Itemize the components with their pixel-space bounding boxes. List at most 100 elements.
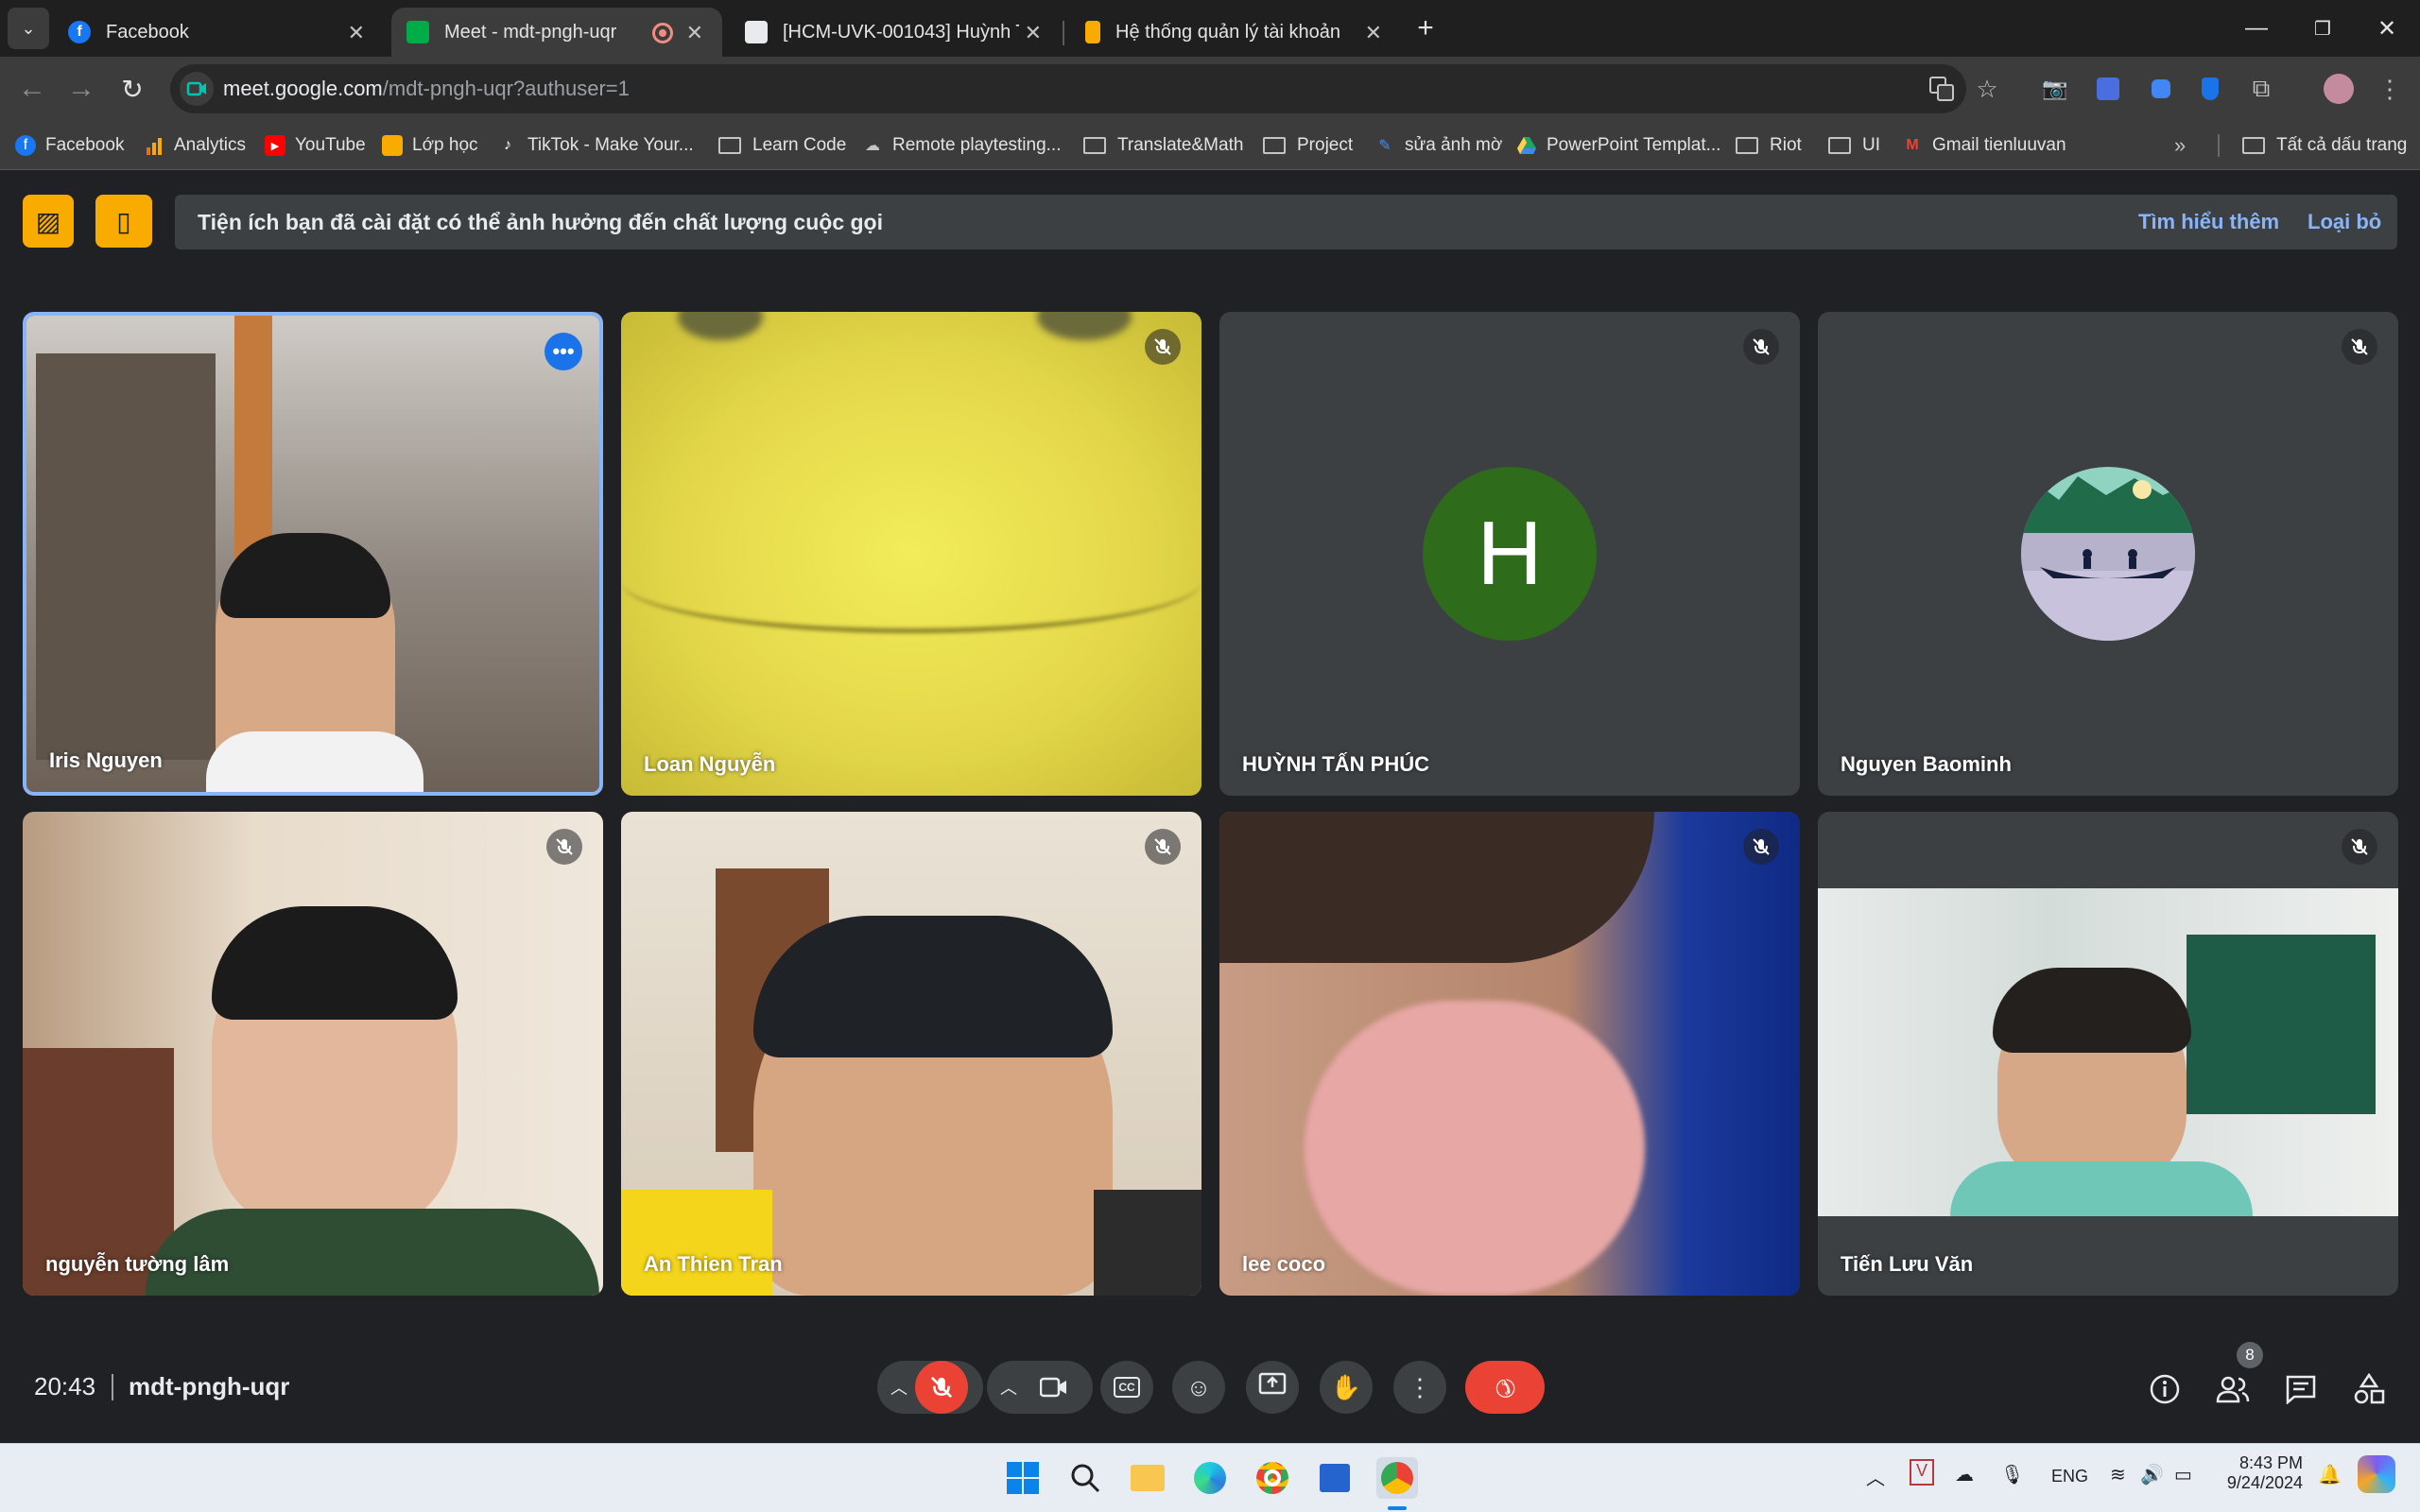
battery-icon[interactable]: ▭	[2174, 1463, 2192, 1486]
participant-tile[interactable]: An Thien Tran	[621, 812, 1201, 1296]
participant-name: An Thien Tran	[644, 1252, 783, 1276]
browser-menu-icon[interactable]: ⋮	[2373, 72, 2407, 106]
companion-mode-icon[interactable]: ▯	[95, 195, 152, 248]
close-tab-icon[interactable]: ✕	[1025, 21, 1042, 45]
minimize-button[interactable]: —	[2223, 0, 2290, 57]
more-options-button[interactable]: ⋮	[1393, 1361, 1446, 1414]
translate-extension-icon[interactable]	[2091, 72, 2125, 106]
file-explorer-icon[interactable]	[1127, 1457, 1168, 1499]
brush-icon: ✎	[1378, 138, 1392, 154]
profile-avatar[interactable]	[2322, 72, 2356, 106]
raise-hand-button[interactable]: ✋	[1320, 1361, 1373, 1414]
captions-icon: CC	[1114, 1377, 1140, 1398]
address-bar[interactable]: meet.google.com/mdt-pngh-uqr?authuser=1	[170, 64, 1966, 113]
more-options-button[interactable]: •••	[544, 333, 582, 370]
reactions-button[interactable]: ☺	[1172, 1361, 1225, 1414]
present-button[interactable]	[1246, 1361, 1299, 1414]
reload-button[interactable]: ↻	[110, 66, 155, 112]
tab-hcm-uvk[interactable]: [HCM-UVK-001043] Huỳnh Tấn ✕	[730, 8, 1061, 57]
vivaldi-tray-icon[interactable]: V	[1910, 1459, 1934, 1486]
unmute-button[interactable]	[915, 1361, 968, 1414]
participant-tile[interactable]: nguyễn tường lâm	[23, 812, 603, 1296]
bookmark-gmail[interactable]: M Gmail tienluuvan	[1902, 130, 2066, 161]
camera-extension-icon[interactable]: 📷	[2038, 72, 2072, 106]
bookmark-all-bookmarks[interactable]: Tất cả dấu trang	[2242, 130, 2407, 161]
show-hidden-icons[interactable]: ︿	[1866, 1463, 1885, 1490]
participant-name: nguyễn tường lâm	[45, 1252, 230, 1276]
close-tab-icon[interactable]: ✕	[348, 21, 365, 45]
learn-more-link[interactable]: Tìm hiểu thêm	[2138, 195, 2279, 249]
site-info-icon[interactable]	[180, 72, 214, 106]
close-tab-icon[interactable]: ✕	[686, 21, 703, 45]
bookmark-translate-math[interactable]: Translate&Math	[1083, 130, 1243, 161]
bookmark-analytics[interactable]: Analytics	[144, 130, 246, 161]
close-window-button[interactable]: ✕	[2354, 0, 2420, 57]
chevron-up-icon[interactable]: ︿	[890, 1375, 908, 1400]
participant-tile[interactable]: Loan Nguyễn	[621, 312, 1201, 796]
volume-icon[interactable]: 🔊	[2140, 1463, 2164, 1486]
chrome-profile-icon[interactable]	[1376, 1457, 1418, 1499]
bookmark-classroom[interactable]: Lớp học	[382, 130, 478, 161]
notifications-icon[interactable]: 🔔	[2318, 1463, 2342, 1486]
camera-icon	[1039, 1374, 1068, 1407]
bookmark-facebook[interactable]: f Facebook	[15, 130, 124, 161]
participant-tile[interactable]: H HUỲNH TẤN PHÚC	[1219, 312, 1800, 796]
microsoft-store-icon[interactable]	[1314, 1457, 1356, 1499]
bookmark-learn-code[interactable]: Learn Code	[718, 130, 846, 161]
bookmark-remote-playtesting[interactable]: ☁ Remote playtesting...	[862, 130, 1061, 161]
language-indicator[interactable]: ENG	[2051, 1467, 2088, 1486]
camera-control[interactable]: ︿	[987, 1361, 1093, 1414]
tab-search-button[interactable]: ⌄	[8, 8, 49, 49]
forward-button[interactable]: →	[59, 66, 104, 112]
bookmark-project[interactable]: Project	[1263, 130, 1353, 161]
bookmark-sua-anh-mo[interactable]: ✎ sửa ảnh mờ	[1374, 130, 1502, 161]
bookmark-youtube[interactable]: ▶ YouTube	[265, 130, 366, 161]
dismiss-banner-button[interactable]: Loại bỏ	[2308, 195, 2381, 249]
participant-count-badge: 8	[2237, 1342, 2263, 1368]
shield-extension-icon[interactable]	[2193, 72, 2227, 106]
extension-icon[interactable]	[2144, 72, 2178, 106]
activities-icon[interactable]	[2346, 1366, 2392, 1412]
chevron-up-icon[interactable]: ︿	[1000, 1375, 1017, 1400]
tab-meet[interactable]: Meet - mdt-pngh-uqr ✕	[391, 8, 722, 57]
bookmark-riot[interactable]: Riot	[1736, 130, 1802, 161]
new-tab-button[interactable]: +	[1405, 0, 1446, 57]
hand-icon: ✋	[1330, 1372, 1362, 1401]
close-tab-icon[interactable]: ✕	[1365, 21, 1382, 45]
onedrive-icon[interactable]: ☁	[1955, 1463, 1974, 1486]
participant-name: Tiến Lưu Văn	[1841, 1252, 1974, 1276]
bookmark-star-icon[interactable]: ☆	[1970, 72, 2004, 106]
meeting-info-icon[interactable]	[2142, 1366, 2187, 1412]
background-blur-warning-icon[interactable]: ▨	[23, 195, 74, 248]
translate-icon[interactable]	[1925, 72, 1959, 106]
gmail-icon: M	[1906, 137, 1919, 153]
people-icon[interactable]	[2210, 1366, 2256, 1412]
extensions-puzzle-icon[interactable]: ⧉	[2244, 72, 2278, 106]
back-button[interactable]: ←	[9, 66, 55, 112]
participant-tile[interactable]: Nguyen Baominh	[1818, 312, 2398, 796]
edge-icon[interactable]	[1189, 1457, 1231, 1499]
participant-tile[interactable]: Tiến Lưu Văn	[1818, 812, 2398, 1296]
tab-facebook[interactable]: f Facebook ✕	[53, 8, 384, 57]
chat-icon[interactable]	[2278, 1366, 2324, 1412]
participant-tile[interactable]: lee coco	[1219, 812, 1800, 1296]
bookmark-ui[interactable]: UI	[1828, 130, 1880, 161]
muted-mic-icon	[2342, 829, 2377, 865]
participant-tile[interactable]: ••• Iris Nguyen	[23, 312, 603, 796]
bookmark-tiktok[interactable]: ♪ TikTok - Make Your...	[497, 130, 694, 161]
tray-clock[interactable]: 8:43 PM 9/24/2024	[2216, 1453, 2303, 1493]
bookmark-powerpoint[interactable]: PowerPoint Templat...	[1516, 130, 1720, 161]
more-bookmarks-icon[interactable]: »	[2174, 130, 2186, 161]
captions-button[interactable]: CC	[1100, 1361, 1153, 1414]
tab-account-system[interactable]: Hệ thống quản lý tài khoản ✕	[1070, 8, 1401, 57]
restore-button[interactable]: ❐	[2290, 0, 2356, 57]
folder-icon	[2242, 137, 2265, 154]
windows-start-icon[interactable]	[1002, 1457, 1044, 1499]
microphone-icon[interactable]: 🎙	[2000, 1463, 2024, 1486]
copilot-icon[interactable]	[2358, 1455, 2395, 1493]
wifi-icon[interactable]: ≋	[2110, 1463, 2126, 1486]
chrome-icon[interactable]	[1252, 1457, 1293, 1499]
leave-call-button[interactable]: ✆	[1465, 1361, 1545, 1414]
muted-mic-icon	[1743, 829, 1779, 865]
search-icon[interactable]	[1064, 1457, 1106, 1499]
